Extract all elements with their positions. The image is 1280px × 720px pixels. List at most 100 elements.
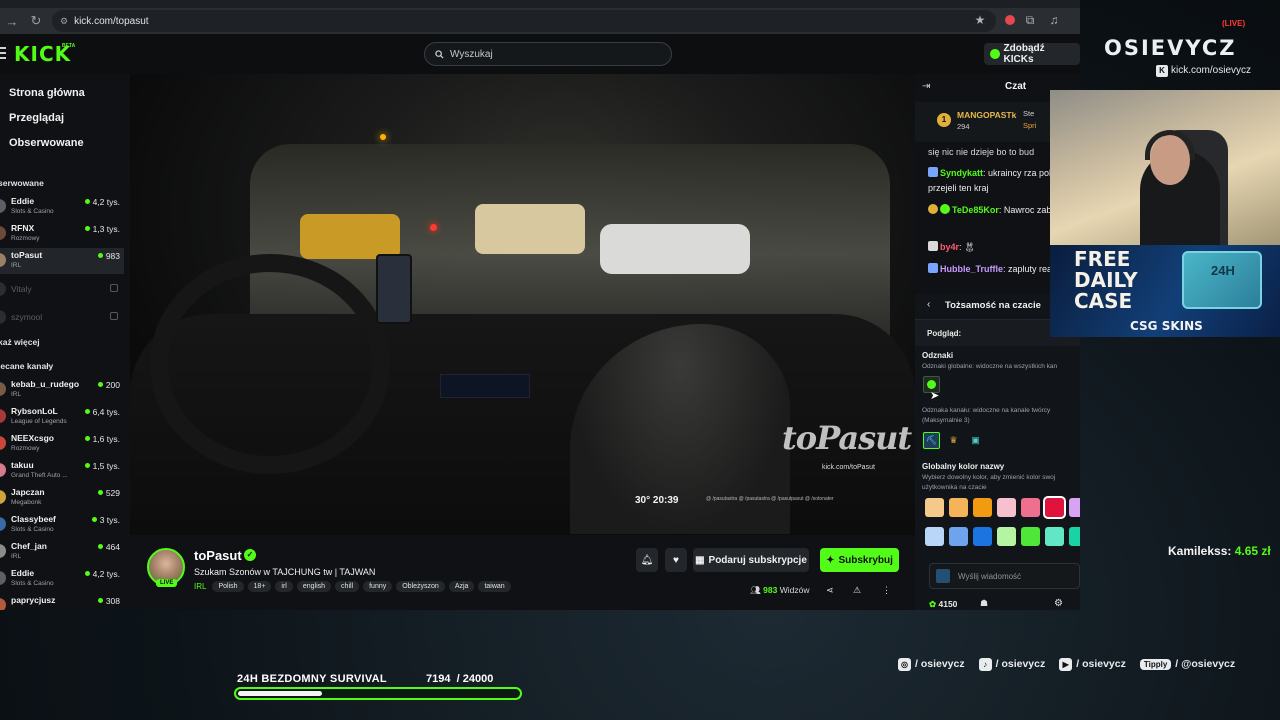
chat-username[interactable]: TeDe85Kor xyxy=(952,205,999,215)
sidebar-channel-takuu[interactable]: takuu Grand Theft Auto ... 1,5 tys. xyxy=(0,458,124,484)
report-icon[interactable]: ⚠ xyxy=(853,585,861,596)
live-dot-icon xyxy=(84,463,90,468)
sub-badge-icon xyxy=(940,204,950,214)
tag[interactable]: irl xyxy=(275,581,293,592)
reload-icon[interactable]: ↻ xyxy=(24,9,48,33)
identity-badge-icon[interactable] xyxy=(936,569,950,583)
emote-picker-icon[interactable]: ☗ xyxy=(980,598,988,609)
collapse-chat-icon[interactable]: ⇥ xyxy=(922,81,930,92)
live-dot-icon xyxy=(84,436,90,441)
pickaxe-icon: ⛏ xyxy=(925,435,938,445)
channel-badge-option[interactable]: ♛ xyxy=(945,432,962,449)
url-field[interactable]: ⚙ kick.com/topasut xyxy=(52,10,996,32)
tag[interactable]: 18+ xyxy=(247,581,272,592)
subscribe-button[interactable]: ✦ Subskrybuj xyxy=(820,548,899,572)
notification-bell-button[interactable]: 🔔︎ xyxy=(636,548,658,572)
search-input[interactable]: Wyszukaj xyxy=(424,42,672,66)
tag[interactable]: Obleżyszon xyxy=(396,581,445,592)
video-player[interactable]: 30° 20:39 @ /pasutastra @ /pasutastra @ … xyxy=(130,74,915,535)
live-dot-icon xyxy=(97,253,103,258)
viewer-count: 4,2 tys. xyxy=(84,569,120,579)
extension-record-icon[interactable] xyxy=(1002,12,1018,28)
color-swatch[interactable] xyxy=(1043,496,1066,519)
sidebar-channel-szymool[interactable]: szymool xyxy=(0,305,124,331)
tag[interactable]: english xyxy=(296,581,332,592)
avatar xyxy=(0,490,6,504)
sidebar-channel-kebab[interactable]: kebab_u_rudego IRL 200 xyxy=(0,377,124,403)
top-gifter-name: MANGOPASTk xyxy=(957,110,1017,120)
badges-heading: Odznaki xyxy=(922,351,954,360)
menu-icon[interactable] xyxy=(0,47,6,59)
sidebar-channel-rfnx[interactable]: RFNX Rozmowy 1,3 tys. xyxy=(0,221,124,247)
chat-message-input[interactable]: Wyślij wiadomość xyxy=(929,563,1080,589)
chat-username[interactable]: Syndykatt xyxy=(940,168,983,178)
color-swatch[interactable] xyxy=(997,527,1016,546)
name-color-desc: Wybierz dowolny kolor, aby zmienić kolor… xyxy=(922,474,1056,491)
tag[interactable]: Azja xyxy=(448,581,475,592)
sidebar-channel-neex[interactable]: NEEXcsgo Rozmowy 1,6 tys. xyxy=(0,431,124,457)
get-kicks-button[interactable]: Zdobądź KICKs xyxy=(984,43,1080,65)
extensions-icon[interactable]: ⧉ xyxy=(1022,12,1038,28)
nav-browse[interactable]: Przeglądaj xyxy=(9,112,64,124)
color-swatch[interactable] xyxy=(1021,527,1040,546)
live-dot-icon xyxy=(91,517,97,522)
overlay-kick-link: Kkick.com/osievycz xyxy=(1156,65,1251,77)
tag[interactable]: funny xyxy=(363,581,393,592)
viewer-count: 6,4 tys. xyxy=(84,407,120,417)
bookmark-star-icon[interactable]: ★ xyxy=(972,12,988,28)
nav-home[interactable]: Strona główna xyxy=(9,87,85,99)
color-swatch[interactable] xyxy=(1021,498,1040,517)
more-options-icon[interactable]: ⋮ xyxy=(882,585,891,596)
sidebar-channel-classybeef[interactable]: Classybeef Slots & Casino 3 tys. xyxy=(0,512,124,538)
color-swatch[interactable] xyxy=(973,527,992,546)
gift-subs-button[interactable]: ▦ Podaruj subskrypcje xyxy=(693,548,809,572)
kicks-coin-icon xyxy=(990,49,1000,59)
social-tipply: Tipply / @osievycz xyxy=(1139,658,1235,670)
top-gifter-amount: 294 xyxy=(957,122,970,131)
channel-badge-option[interactable]: ⛏ xyxy=(923,432,940,449)
chat-settings-icon[interactable]: ⚙ xyxy=(1054,598,1063,609)
viewers-label: Widzów xyxy=(779,585,810,595)
channel-category: Rozmowy xyxy=(11,445,40,452)
color-swatch[interactable] xyxy=(949,498,968,517)
share-icon[interactable]: ⋖ xyxy=(826,585,834,596)
site-info-icon[interactable]: ⚙ xyxy=(60,16,68,27)
channel-category: Slots & Casino xyxy=(11,208,54,215)
tag[interactable]: Polish xyxy=(212,581,244,592)
media-icon[interactable]: ♫ xyxy=(1046,12,1062,28)
chat-username[interactable]: Hubble_Truffle xyxy=(940,264,1003,274)
sidebar-channel-topasut[interactable]: toPasut IRL 983 xyxy=(0,248,124,274)
sidebar-channel-chef-jan[interactable]: Chef_jan IRL 464 xyxy=(0,539,124,565)
kicks-balance[interactable]: ✿ 4150 xyxy=(929,599,957,610)
nav-following[interactable]: Obserwowane xyxy=(9,137,84,149)
sidebar-channel-rybson[interactable]: RybsonLoL League of Legends 6,4 tys. xyxy=(0,404,124,430)
color-swatch[interactable] xyxy=(949,527,968,546)
stream-category[interactable]: IRL xyxy=(194,582,206,591)
channel-category: IRL xyxy=(11,553,22,560)
live-dot-icon xyxy=(97,544,103,549)
color-swatch[interactable] xyxy=(973,498,992,517)
color-swatch[interactable] xyxy=(1069,498,1080,517)
sidebar-channel-eddie-2[interactable]: Eddie Slots & Casino 4,2 tys. xyxy=(0,566,124,592)
show-more-link[interactable]: każ więcej xyxy=(0,337,40,347)
color-swatch[interactable] xyxy=(1045,527,1064,546)
color-swatch[interactable] xyxy=(1069,527,1080,546)
live-dot-icon xyxy=(97,382,103,387)
csgoskins-ad: FREE DAILY CASE 24H CSG SKINS xyxy=(1050,245,1280,337)
follow-heart-button[interactable]: ♥ xyxy=(665,548,687,572)
sidebar-channel-paprycjusz[interactable]: paprycjusz 308 xyxy=(0,593,124,610)
streamer-name[interactable]: toPasut xyxy=(194,548,242,563)
color-swatch[interactable] xyxy=(997,498,1016,517)
sidebar-channel-vitaly[interactable]: Vitaly xyxy=(0,277,124,303)
sidebar-channel-eddie[interactable]: Eddie Slots & Casino 4,2 tys. xyxy=(0,194,124,220)
tag[interactable]: chill xyxy=(335,581,360,592)
color-swatch[interactable] xyxy=(925,498,944,517)
back-chevron-icon[interactable]: ‹ xyxy=(927,299,930,310)
channel-badge-option[interactable]: ▣ xyxy=(967,432,984,449)
tipply-icon: Tipply xyxy=(1139,658,1172,670)
color-swatch[interactable] xyxy=(925,527,944,546)
chat-username[interactable]: by4r xyxy=(940,242,959,252)
forward-icon[interactable]: → xyxy=(0,9,24,33)
tag[interactable]: taiwan xyxy=(478,581,511,592)
sidebar-channel-japczan[interactable]: Japczan Megabonk 529 xyxy=(0,485,124,511)
